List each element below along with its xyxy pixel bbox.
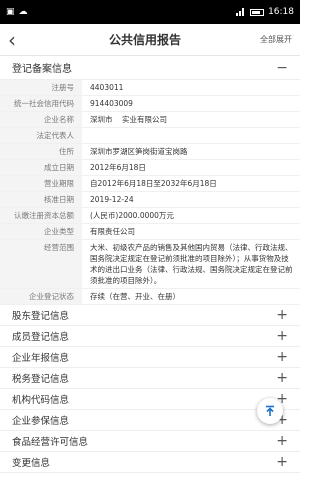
field-value: (人民币)2000.0000万元 [90,211,174,220]
field-value: 存续（在营、开业、在册） [90,292,180,301]
collapsed-section-row[interactable]: 成员登记信息 + [0,326,300,347]
signal-icon [236,8,246,16]
battery-icon [250,8,265,16]
field-value: 2012年6月18日 [90,163,146,172]
field-label: 经营范围 [0,240,82,288]
nav-bar: ‹ 公共信用报告 全部展开 [0,24,300,56]
field-value: 大米、初级农产品的销售及其他国内贸易（法律、行政法规、国务院决定规定在登记前须批… [90,243,293,285]
expand-plus-icon[interactable]: + [276,349,288,365]
collapsed-section-row[interactable]: 企业参保信息 + [0,410,300,431]
collapsed-section-list: 股东登记信息 + 成员登记信息 + 企业年报信息 + 税务登记信息 + 机构代码信息 + 企业参保信… [0,305,300,473]
info-row: 注册号 4403011 [0,80,300,96]
collapse-icon[interactable]: − [276,60,288,76]
field-label: 营业期限 [0,176,82,191]
collapsed-section-row[interactable]: 变更信息 + [0,452,300,473]
collapsed-section-row[interactable]: 股东登记信息 + [0,305,300,326]
collapsed-section-title: 机构代码信息 [12,395,70,406]
cloud-icon: ☁ [18,7,28,17]
page-title: 公共信用报告 [108,33,181,47]
field-label: 成立日期 [0,160,82,175]
expand-all-button[interactable]: 全部展开 [242,34,292,45]
info-row: 核准日期 2019-12-24 [0,192,300,208]
expand-plus-icon[interactable]: + [276,370,288,386]
collapsed-section-title: 股东登记信息 [12,311,70,322]
status-left: ▣ ☁ [6,7,28,17]
field-label: 核准日期 [0,192,82,207]
expand-plus-icon[interactable]: + [276,433,288,449]
field-label: 注册号 [0,80,82,95]
info-row: 认缴注册资本总额 (人民币)2000.0000万元 [0,208,300,224]
field-value: 914403009 [90,99,133,108]
collapsed-section-row[interactable]: 机构代码信息 + [0,389,300,410]
expand-plus-icon[interactable]: + [276,454,288,470]
field-value: 4403011 [90,83,124,92]
field-label: 统一社会信用代码 [0,96,82,111]
info-row: 法定代表人 [0,128,300,144]
field-label: 住所 [0,144,82,159]
info-row: 经营范围 大米、初级农产品的销售及其他国内贸易（法律、行政法规、国务院决定规定在登… [0,240,300,289]
field-label: 认缴注册资本总额 [0,208,82,223]
collapsed-section-title: 成员登记信息 [12,332,70,343]
field-value: 有限责任公司 [90,227,135,236]
field-value: 自2012年6月18日至2032年6月18日 [90,179,217,188]
info-row: 统一社会信用代码 914403009 [0,96,300,112]
info-row: 住所 深圳市罗湖区笋岗街道宝岗路 [0,144,300,160]
info-row: 成立日期 2012年6月18日 [0,160,300,176]
status-time: 16:18 [268,7,294,17]
info-row: 企业类型 有限责任公司 [0,224,300,240]
field-value: 深圳市 实业有限公司 [90,115,168,124]
collapsed-section-title: 变更信息 [12,458,51,469]
collapsed-section-title: 食品经营许可信息 [12,437,89,448]
status-right: 16:18 [236,7,294,17]
collapsed-section-title: 企业参保信息 [12,416,70,427]
collapsed-section-row[interactable]: 企业年报信息 + [0,347,300,368]
chevron-left-icon[interactable]: ‹ [8,30,48,50]
info-row: 企业名称 深圳市 实业有限公司 [0,112,300,128]
scroll-top-button[interactable] [257,398,283,424]
field-label: 企业名称 [0,112,82,127]
collapsed-section-row[interactable]: 食品经营许可信息 + [0,431,300,452]
collapsed-section-row[interactable]: 税务登记信息 + [0,368,300,389]
expand-plus-icon[interactable]: + [276,307,288,323]
field-value: 2019-12-24 [90,195,134,204]
section-header-registration[interactable]: 登记备案信息 − [0,56,300,80]
arrow-up-to-top-icon [266,405,274,416]
info-row: 企业登记状态 存续（在营、开业、在册） [0,289,300,305]
field-label: 企业类型 [0,224,82,239]
registration-table: 注册号 4403011 统一社会信用代码 914403009 企业名称 深圳市 实业有限公… [0,80,300,305]
collapsed-section-title: 税务登记信息 [12,374,70,385]
field-label: 企业登记状态 [0,289,82,304]
field-label: 法定代表人 [0,128,82,143]
photo-icon: ▣ [6,7,15,17]
status-bar: ▣ ☁ 16:18 [0,0,300,24]
collapsed-section-title: 企业年报信息 [12,353,70,364]
field-value [82,128,300,143]
field-value: 深圳市罗湖区笋岗街道宝岗路 [90,147,188,156]
section-title: 登记备案信息 [12,64,72,75]
expand-plus-icon[interactable]: + [276,328,288,344]
info-row: 营业期限 自2012年6月18日至2032年6月18日 [0,176,300,192]
